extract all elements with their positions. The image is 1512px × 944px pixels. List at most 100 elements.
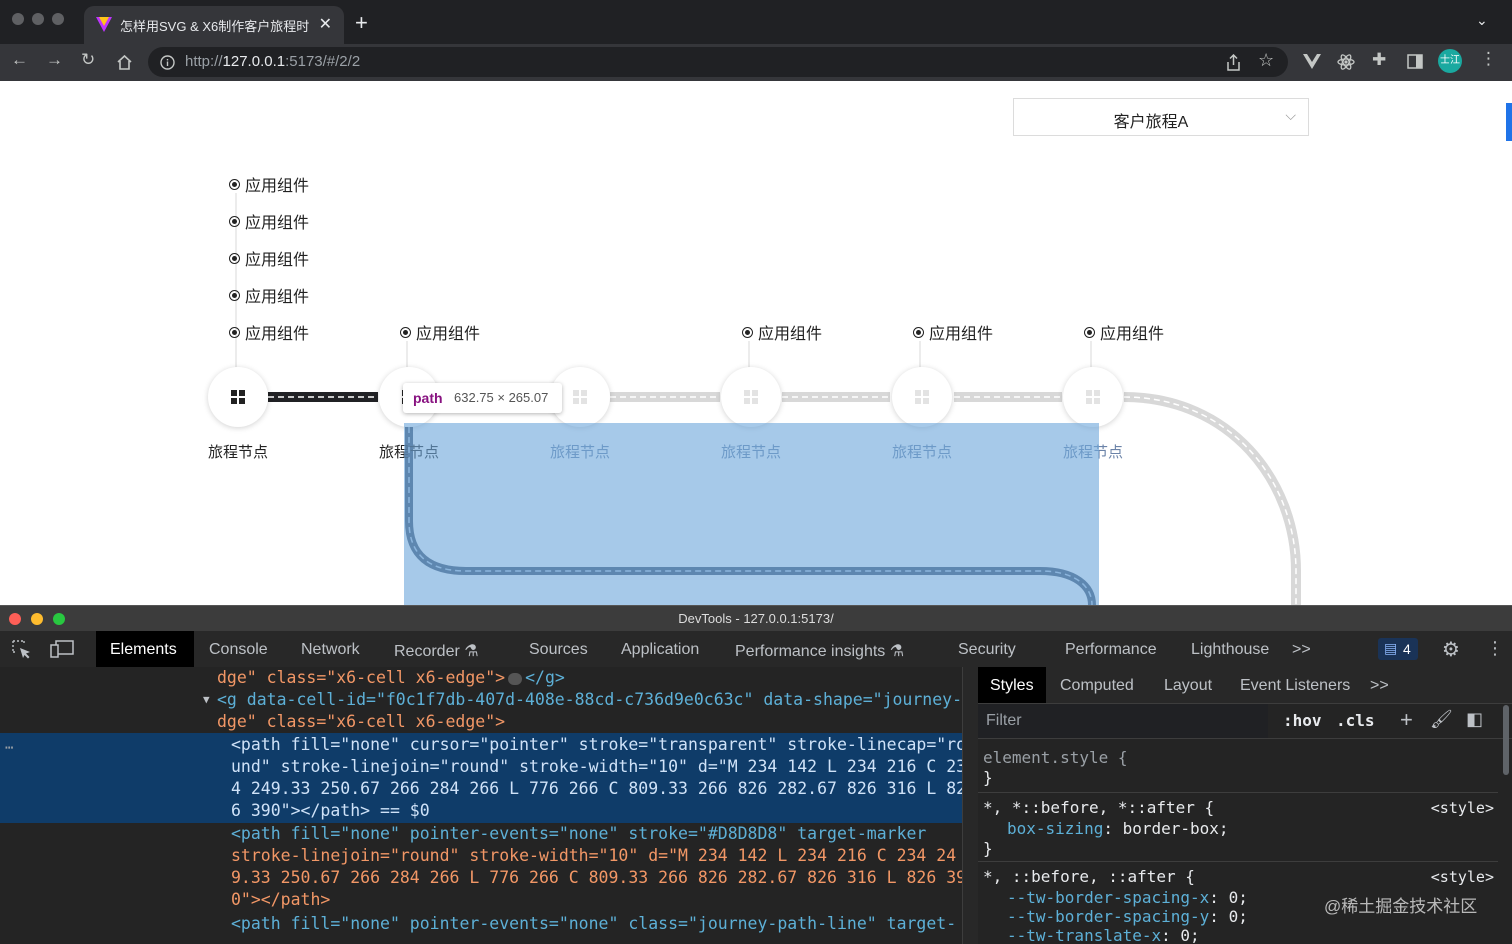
ellipsis-icon[interactable]: ⋯ bbox=[5, 737, 13, 759]
flask-icon: ⚗ bbox=[889, 643, 905, 660]
journey-node[interactable] bbox=[208, 367, 268, 427]
window-close-dot[interactable] bbox=[12, 13, 24, 25]
forward-icon[interactable]: → bbox=[46, 50, 63, 70]
tab-performance[interactable]: Performance bbox=[1065, 641, 1157, 659]
rule-selector[interactable]: *, ::before, ::after { bbox=[983, 867, 1195, 886]
window-minimize-dot[interactable] bbox=[32, 13, 44, 25]
close-tab-icon[interactable]: ✕ bbox=[319, 14, 332, 34]
app-component[interactable]: 应用组件 bbox=[1084, 324, 1164, 346]
css-declaration[interactable]: --tw-border-spacing-y: 0; bbox=[1007, 907, 1248, 926]
rule-close: } bbox=[983, 768, 993, 787]
tab-network[interactable]: Network bbox=[301, 641, 360, 659]
tab-search-icon[interactable]: ⌄ bbox=[1476, 12, 1488, 29]
issues-count: 4 bbox=[1403, 641, 1411, 657]
browser-toolbar: ← → ↻ http://127.0.0.1:5173/#/2/2 ☆ ✚ 士江… bbox=[0, 44, 1512, 81]
more-icon[interactable]: ⋮ bbox=[1486, 638, 1504, 659]
profile-avatar[interactable]: 士江 bbox=[1438, 49, 1462, 73]
tree-line[interactable]: dge" class="x6-cell x6-edge"> bbox=[217, 711, 505, 733]
radio-icon bbox=[229, 179, 240, 191]
settings-gear-icon[interactable]: ⚙ bbox=[1442, 637, 1460, 662]
css-declaration[interactable]: --tw-border-spacing-x: 0; bbox=[1007, 888, 1248, 907]
reload-icon[interactable]: ↻ bbox=[81, 50, 95, 70]
css-declaration[interactable]: --tw-translate-x: 0; bbox=[1007, 926, 1200, 944]
tree-line-selected[interactable]: 6 390"></path> == $0 bbox=[231, 800, 430, 822]
tooltip-size: 632.75 × 265.07 bbox=[454, 390, 549, 405]
rule-selector[interactable]: *, *::before, *::after { bbox=[983, 798, 1214, 817]
app-component[interactable]: 应用组件 bbox=[229, 324, 309, 346]
back-icon[interactable]: ← bbox=[11, 50, 28, 70]
app-grid-icon bbox=[231, 390, 245, 404]
app-component[interactable]: 应用组件 bbox=[229, 176, 309, 198]
app-component[interactable]: 应用组件 bbox=[229, 287, 309, 309]
tree-line[interactable]: <g data-cell-id="f0c1f7db-407d-408e-88cd… bbox=[217, 689, 962, 711]
extensions-icon[interactable]: ✚ bbox=[1372, 50, 1386, 70]
more-tabs-icon[interactable]: >> bbox=[1370, 677, 1389, 695]
tree-line[interactable]: 0"></path> bbox=[231, 889, 330, 911]
devtools-window: DevTools - 127.0.0.1:5173/ Elements Cons… bbox=[0, 605, 1512, 944]
tree-line-selected[interactable]: und" stroke-linejoin="round" stroke-widt… bbox=[231, 756, 962, 778]
new-style-rule-icon[interactable]: + bbox=[1400, 707, 1413, 733]
tab-performance-insights[interactable]: Performance insights ⚗ bbox=[735, 641, 904, 661]
rule-source-link[interactable]: <style> bbox=[1431, 799, 1494, 817]
page-content: 客户旅程A ⌵ 应用组件 应用组件 应用组件 应用组件 应用组件 应用组件 应用… bbox=[0, 81, 1512, 605]
tab-elements[interactable]: Elements bbox=[96, 631, 194, 667]
inspect-element-icon[interactable] bbox=[12, 640, 32, 659]
cls-toggle[interactable]: .cls bbox=[1336, 711, 1375, 730]
tab-application[interactable]: Application bbox=[621, 641, 699, 659]
panel-splitter[interactable] bbox=[962, 667, 979, 944]
app-component[interactable]: 应用组件 bbox=[913, 324, 993, 346]
address-bar[interactable]: http://127.0.0.1:5173/#/2/2 ☆ bbox=[148, 47, 1288, 77]
app-component[interactable]: 应用组件 bbox=[400, 324, 480, 346]
toggle-sidebar-icon[interactable]: ◧ bbox=[1466, 709, 1483, 730]
tab-console[interactable]: Console bbox=[209, 641, 268, 659]
radio-icon bbox=[229, 290, 240, 302]
hov-toggle[interactable]: :hov bbox=[1283, 711, 1322, 730]
journey-node[interactable] bbox=[721, 367, 781, 427]
tree-line-selected[interactable]: 4 249.33 250.67 266 284 266 L 776 266 C … bbox=[231, 778, 962, 800]
tab-sources[interactable]: Sources bbox=[529, 641, 588, 659]
home-icon[interactable] bbox=[116, 54, 133, 70]
tab-computed[interactable]: Computed bbox=[1060, 677, 1134, 695]
tree-line[interactable]: <path fill="none" pointer-events="none" … bbox=[231, 913, 956, 935]
devtools-title: DevTools - 127.0.0.1:5173/ bbox=[678, 611, 834, 626]
react-devtools-icon[interactable] bbox=[1337, 53, 1355, 71]
tab-security[interactable]: Security bbox=[958, 641, 1016, 659]
bookmark-star-icon[interactable]: ☆ bbox=[1258, 50, 1274, 71]
tab-styles[interactable]: Styles bbox=[978, 667, 1046, 703]
element-style-rule[interactable]: element.style { bbox=[983, 748, 1128, 767]
app-component[interactable]: 应用组件 bbox=[229, 250, 309, 272]
more-icon[interactable]: ⋮ bbox=[1480, 49, 1497, 69]
new-tab-button[interactable]: + bbox=[355, 10, 368, 36]
share-icon[interactable] bbox=[1226, 54, 1241, 71]
tab-layout[interactable]: Layout bbox=[1164, 677, 1212, 695]
issues-badge[interactable]: ▤ 4 bbox=[1378, 638, 1418, 660]
device-toolbar-icon[interactable] bbox=[50, 640, 74, 658]
app-component[interactable]: 应用组件 bbox=[742, 324, 822, 346]
expand-triangle-icon[interactable]: ▼ bbox=[203, 689, 210, 711]
journey-node[interactable] bbox=[892, 367, 952, 427]
paint-brush-icon[interactable]: 🖌 bbox=[1430, 709, 1453, 730]
styles-tabbar: Styles Computed Layout Event Listeners >… bbox=[978, 667, 1512, 704]
tab-recorder[interactable]: Recorder ⚗ bbox=[394, 641, 479, 661]
tree-line[interactable]: <path fill="none" pointer-events="none" … bbox=[231, 823, 926, 845]
tree-line-selected[interactable]: <path fill="none" cursor="pointer" strok… bbox=[231, 734, 962, 756]
rule-divider bbox=[978, 861, 1498, 862]
journey-node[interactable] bbox=[1063, 367, 1123, 427]
css-declaration[interactable]: box-sizing: border-box; bbox=[1007, 819, 1229, 838]
styles-scrollbar[interactable] bbox=[1503, 705, 1509, 775]
tab-event-listeners[interactable]: Event Listeners bbox=[1240, 677, 1350, 695]
more-tabs-icon[interactable]: >> bbox=[1292, 641, 1311, 659]
tree-line[interactable]: stroke-linejoin="round" stroke-width="10… bbox=[231, 845, 956, 867]
tree-line[interactable]: 9.33 250.67 266 284 266 L 776 266 C 809.… bbox=[231, 867, 962, 889]
app-component[interactable]: 应用组件 bbox=[229, 213, 309, 235]
window-zoom-dot[interactable] bbox=[52, 13, 64, 25]
vue-devtools-icon[interactable] bbox=[1303, 54, 1321, 69]
tree-line[interactable]: dge" class="x6-cell x6-edge"> </g> bbox=[217, 667, 565, 689]
styles-filter-input[interactable]: Filter bbox=[978, 704, 1268, 738]
side-panel-icon[interactable] bbox=[1407, 54, 1423, 69]
inspect-tooltip: path 632.75 × 265.07 bbox=[403, 383, 562, 413]
browser-tab[interactable]: 怎样用SVG & X6制作客户旅程时 ✕ bbox=[84, 6, 344, 44]
rule-source-link[interactable]: <style> bbox=[1431, 868, 1494, 886]
tab-lighthouse[interactable]: Lighthouse bbox=[1191, 641, 1269, 659]
info-icon[interactable] bbox=[160, 55, 175, 70]
